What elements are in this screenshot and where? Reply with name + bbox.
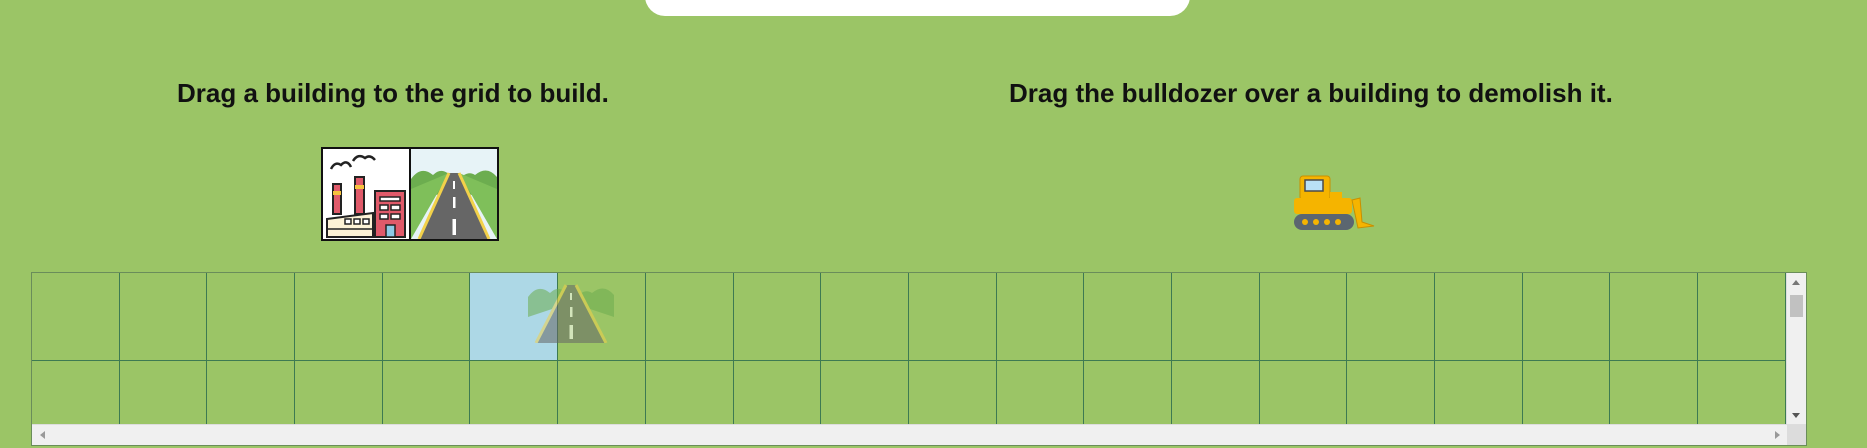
grid-cell[interactable] [733,273,822,361]
scrollbar-corner [1787,425,1806,445]
grid-cell[interactable] [1171,360,1260,425]
grid-cell[interactable] [1522,360,1611,425]
grid-cell[interactable] [1610,273,1699,361]
city-grid [32,273,1787,425]
grid-cell[interactable] [1698,273,1786,361]
grid-cell[interactable] [295,360,383,425]
build-instruction: Drag a building to the grid to build. [177,78,609,108]
grid-cell[interactable] [558,360,646,425]
grid-cell[interactable] [119,360,208,425]
road-icon [411,149,497,239]
grid-cell[interactable] [382,360,471,425]
grid-cell[interactable] [1259,360,1348,425]
vertical-scroll-thumb[interactable] [1790,295,1803,317]
grid-cell[interactable] [1259,273,1348,361]
grid-cell[interactable] [558,273,646,361]
building-palette [321,147,499,241]
demolish-instruction: Drag the bulldozer over a building to de… [1009,78,1613,108]
grid-cell[interactable] [1435,273,1523,361]
grid-cell[interactable] [470,360,559,425]
bulldozer-icon [1294,175,1375,230]
vertical-scrollbar[interactable] [1786,273,1806,425]
top-panel [645,0,1190,16]
grid-cell[interactable] [1171,273,1260,361]
grid-cell[interactable] [1084,273,1172,361]
bulldozer-tool[interactable] [1290,170,1380,240]
grid-cell[interactable] [382,273,471,361]
factory-palette-item[interactable] [323,149,409,239]
grid-cell[interactable] [1698,360,1786,425]
grid-cell[interactable] [821,360,909,425]
scroll-left-icon[interactable] [40,431,45,439]
scroll-down-icon[interactable] [1792,413,1800,418]
scroll-right-icon[interactable] [1775,431,1780,439]
factory-icon [323,149,409,239]
grid-cell[interactable] [32,360,120,425]
city-grid-container [31,272,1807,446]
grid-cell[interactable] [733,360,822,425]
scroll-up-icon[interactable] [1792,280,1800,285]
horizontal-scrollbar[interactable] [32,424,1806,445]
grid-cell[interactable] [1347,360,1435,425]
grid-cell[interactable] [470,273,559,361]
city-grid-viewport [32,273,1787,425]
grid-cell[interactable] [645,360,734,425]
grid-cell[interactable] [821,273,909,361]
grid-cell[interactable] [1084,360,1172,425]
grid-cell[interactable] [1347,273,1435,361]
grid-cell[interactable] [1522,273,1611,361]
grid-cell[interactable] [295,273,383,361]
grid-cell[interactable] [645,273,734,361]
game-stage: Drag a building to the grid to build. Dr… [0,0,1867,448]
grid-cell[interactable] [908,273,997,361]
grid-cell[interactable] [32,273,120,361]
grid-cell[interactable] [1435,360,1523,425]
grid-cell[interactable] [908,360,997,425]
grid-cell[interactable] [1610,360,1699,425]
road-palette-item[interactable] [409,149,497,239]
grid-cell[interactable] [119,273,208,361]
grid-cell[interactable] [996,360,1085,425]
grid-cell[interactable] [996,273,1085,361]
grid-cell[interactable] [207,360,296,425]
grid-cell[interactable] [207,273,296,361]
